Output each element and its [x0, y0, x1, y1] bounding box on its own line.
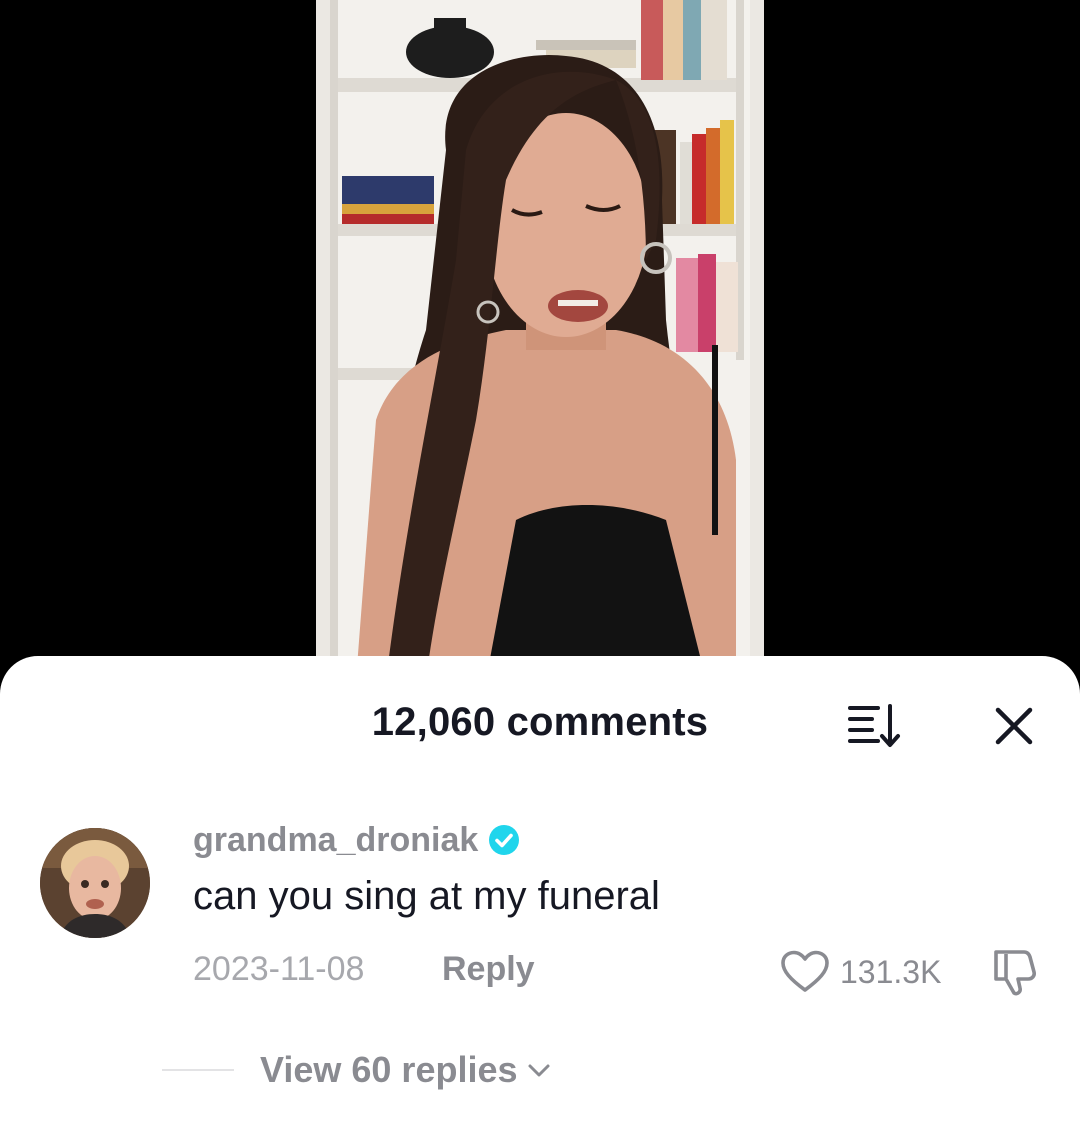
sort-button[interactable]: [846, 700, 906, 752]
comments-title: 12,060 comments: [371, 700, 709, 744]
avatar-image: [40, 828, 150, 938]
thumbs-down-icon: [994, 950, 1036, 996]
video-player[interactable]: [316, 0, 764, 680]
like-button[interactable]: 131.3K: [780, 950, 941, 994]
view-replies-button[interactable]: View 60 replies: [162, 1048, 552, 1092]
sort-descending-icon: [848, 704, 900, 747]
dislike-button[interactable]: [988, 946, 1042, 998]
verified-badge-icon: [489, 825, 520, 855]
chevron-down-icon: [528, 1064, 550, 1077]
comments-sheet: 12,060 comments grandma_droniak can you …: [0, 656, 1080, 1121]
view-replies-label: View 60 replies: [260, 1049, 518, 1090]
like-count: 131.3K: [840, 953, 942, 990]
app-root: 12,060 comments grandma_droniak can you …: [0, 0, 1080, 1121]
avatar[interactable]: [40, 828, 150, 938]
video-frame-image: [316, 0, 764, 680]
replies-divider: [162, 1069, 234, 1071]
comment-author: grandma_droniak: [193, 818, 520, 862]
reply-button[interactable]: Reply: [442, 950, 535, 989]
comment-date: 2023-11-08: [193, 950, 365, 988]
heart-outline-icon: [781, 950, 829, 992]
comment-text: can you sing at my funeral: [193, 874, 660, 918]
close-icon: [995, 707, 1033, 745]
close-button[interactable]: [990, 702, 1038, 750]
username[interactable]: grandma_droniak: [193, 821, 478, 860]
